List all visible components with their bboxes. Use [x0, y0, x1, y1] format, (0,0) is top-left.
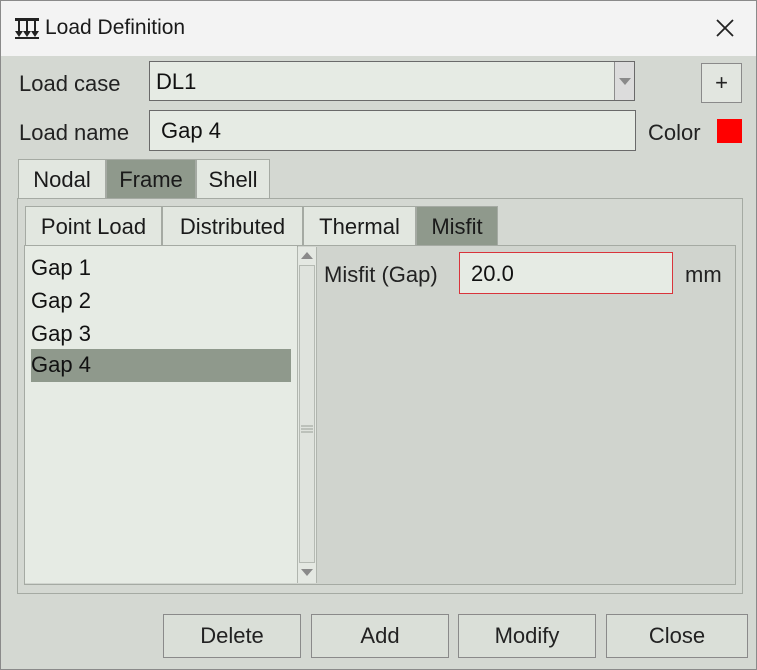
load-name-input[interactable]: Gap 4: [149, 110, 636, 151]
load-case-dropdown[interactable]: DL1: [149, 61, 635, 101]
subtab-thermal[interactable]: Thermal: [303, 206, 416, 246]
close-icon: [716, 19, 734, 37]
modify-button[interactable]: Modify: [458, 614, 596, 658]
misfit-load-list[interactable]: Gap 1 Gap 2 Gap 3 Gap 4: [25, 246, 298, 583]
close-window-button[interactable]: [705, 9, 745, 47]
add-button[interactable]: Add: [311, 614, 449, 658]
misfit-gap-input[interactable]: 20.0: [459, 252, 673, 294]
delete-button[interactable]: Delete: [163, 614, 301, 658]
list-item-gap-2[interactable]: Gap 2: [31, 285, 291, 318]
misfit-gap-label: Misfit (Gap): [324, 262, 438, 287]
color-label: Color: [648, 120, 701, 145]
color-swatch[interactable]: [717, 119, 742, 143]
misfit-unit-label: mm: [685, 262, 722, 287]
load-app-icon: [15, 18, 39, 39]
arrow-up-icon: [301, 252, 313, 259]
load-case-label: Load case: [19, 71, 121, 96]
grip-icon: [301, 425, 313, 433]
tab-frame[interactable]: Frame: [106, 159, 196, 199]
subtab-misfit[interactable]: Misfit: [416, 206, 498, 246]
list-item-gap-4[interactable]: Gap 4: [31, 349, 291, 382]
list-item-gap-3[interactable]: Gap 3: [31, 318, 291, 351]
dropdown-arrow-button[interactable]: [614, 62, 634, 100]
tab-nodal[interactable]: Nodal: [18, 159, 106, 199]
subtab-distributed[interactable]: Distributed: [162, 206, 303, 246]
list-scrollbar[interactable]: [297, 247, 317, 583]
subtab-point-load[interactable]: Point Load: [25, 206, 162, 246]
tab-shell[interactable]: Shell: [196, 159, 270, 199]
scroll-down-button[interactable]: [298, 563, 316, 581]
list-item-gap-1[interactable]: Gap 1: [31, 252, 291, 285]
add-load-case-button[interactable]: +: [701, 63, 742, 103]
load-case-value: DL1: [156, 69, 197, 94]
close-button[interactable]: Close: [606, 614, 748, 658]
window-title: Load Definition: [45, 16, 186, 39]
title-bar: Load Definition: [1, 1, 756, 56]
arrow-down-icon: [301, 569, 313, 576]
load-definition-dialog: Load Definition Load case DL1 + Load nam…: [0, 0, 757, 670]
scroll-up-button[interactable]: [298, 247, 316, 265]
load-name-label: Load name: [19, 120, 130, 145]
chevron-down-icon: [618, 78, 631, 85]
scrollbar-thumb[interactable]: [299, 265, 315, 563]
